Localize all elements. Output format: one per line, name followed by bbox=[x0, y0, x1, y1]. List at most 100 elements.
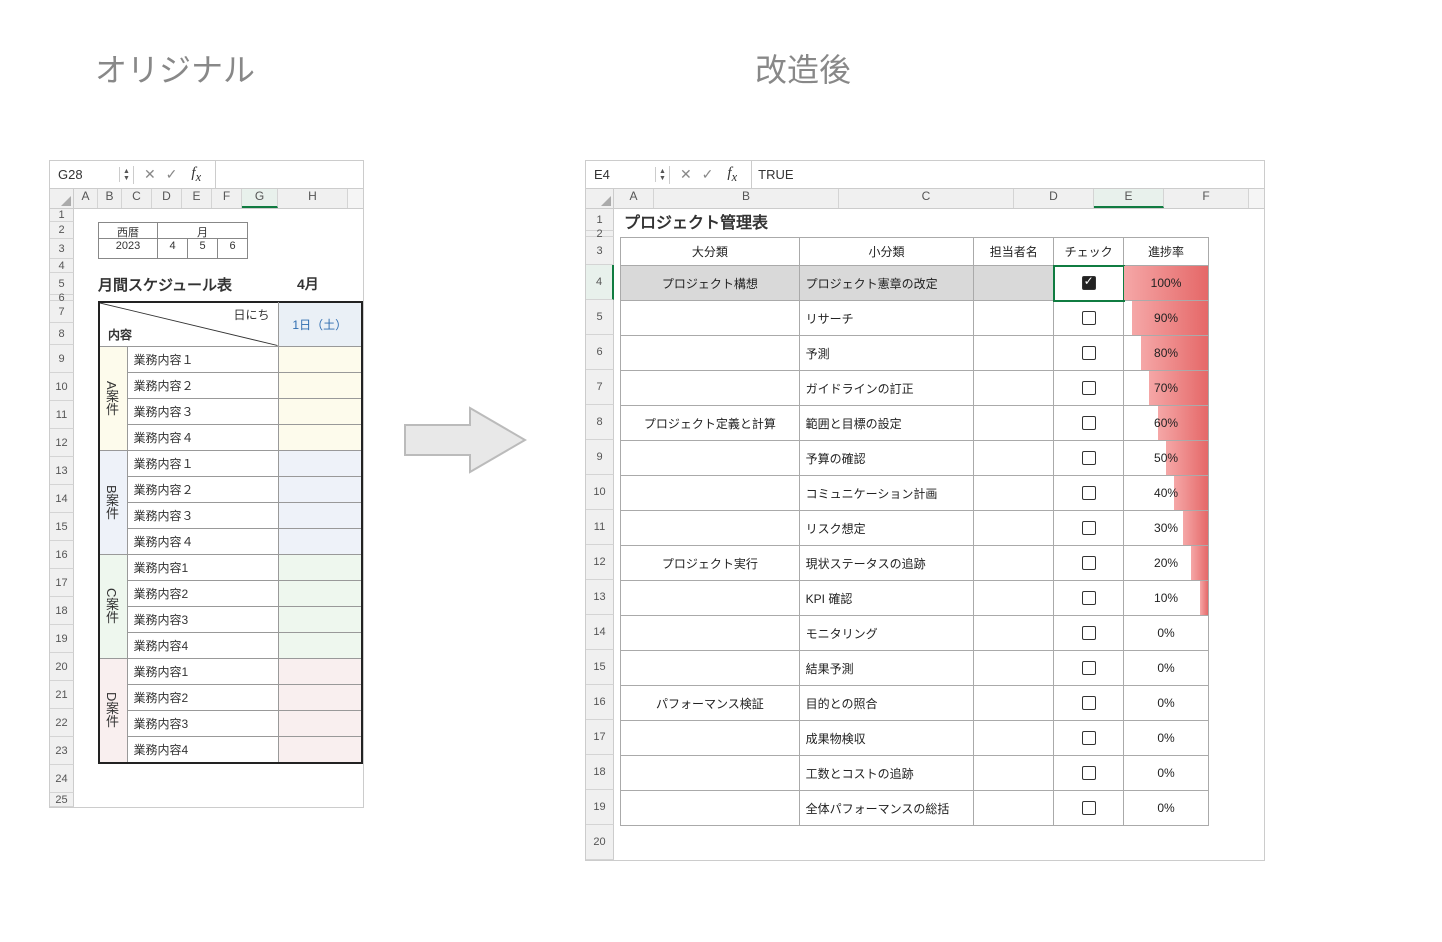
task-cell[interactable]: 業務内容3 bbox=[127, 710, 278, 736]
day-cell[interactable] bbox=[278, 450, 362, 476]
col-header-C[interactable]: C bbox=[122, 189, 152, 208]
owner-cell[interactable] bbox=[974, 441, 1054, 476]
row-header[interactable]: 7 bbox=[586, 370, 614, 405]
check-cell[interactable] bbox=[1054, 546, 1124, 581]
col-header-B[interactable]: B bbox=[654, 189, 839, 208]
check-cell[interactable] bbox=[1054, 686, 1124, 721]
task-cell[interactable]: 業務内容２ bbox=[127, 476, 278, 502]
day-cell[interactable] bbox=[278, 658, 362, 684]
check-cell[interactable] bbox=[1054, 791, 1124, 826]
col-header-G[interactable]: G bbox=[242, 189, 278, 208]
check-cell[interactable] bbox=[1054, 721, 1124, 756]
day-cell[interactable] bbox=[278, 736, 362, 763]
month-cell[interactable]: 5 bbox=[188, 239, 218, 259]
row-header[interactable]: 12 bbox=[50, 429, 74, 457]
progress-cell[interactable]: 0% bbox=[1124, 721, 1209, 756]
check-cell[interactable] bbox=[1054, 476, 1124, 511]
check-cell[interactable] bbox=[1054, 756, 1124, 791]
small-cell[interactable]: 成果物検収 bbox=[799, 721, 974, 756]
progress-cell[interactable]: 70% bbox=[1124, 371, 1209, 406]
row-header[interactable]: 16 bbox=[50, 541, 74, 569]
formula-bar[interactable] bbox=[215, 161, 363, 188]
checkbox-icon[interactable] bbox=[1082, 731, 1096, 745]
task-cell[interactable]: 業務内容４ bbox=[127, 424, 278, 450]
row-header[interactable]: 24 bbox=[50, 765, 74, 793]
owner-cell[interactable] bbox=[974, 756, 1054, 791]
checkbox-icon[interactable] bbox=[1082, 696, 1096, 710]
day-cell[interactable] bbox=[278, 476, 362, 502]
small-cell[interactable]: コミュニケーション計画 bbox=[799, 476, 974, 511]
owner-cell[interactable] bbox=[974, 791, 1054, 826]
big-cell[interactable] bbox=[621, 581, 800, 616]
month-cell[interactable]: 4 bbox=[158, 239, 188, 259]
day-cell[interactable] bbox=[278, 346, 362, 372]
small-cell[interactable]: 予算の確認 bbox=[799, 441, 974, 476]
check-cell[interactable] bbox=[1054, 406, 1124, 441]
col-header-B[interactable]: B bbox=[98, 189, 122, 208]
owner-cell[interactable] bbox=[974, 301, 1054, 336]
progress-cell[interactable]: 30% bbox=[1124, 511, 1209, 546]
row-header[interactable]: 16 bbox=[586, 685, 614, 720]
big-cell[interactable] bbox=[621, 336, 800, 371]
cancel-icon[interactable]: ✕ bbox=[680, 166, 692, 183]
row-header[interactable]: 7 bbox=[50, 301, 74, 323]
checkbox-icon[interactable] bbox=[1082, 381, 1096, 395]
day-cell[interactable] bbox=[278, 554, 362, 580]
big-cell[interactable] bbox=[621, 441, 800, 476]
check-cell[interactable] bbox=[1054, 651, 1124, 686]
col-header-A[interactable]: A bbox=[614, 189, 654, 208]
row-header[interactable]: 10 bbox=[586, 475, 614, 510]
owner-cell[interactable] bbox=[974, 266, 1054, 301]
col-header-E[interactable]: E bbox=[182, 189, 212, 208]
task-cell[interactable]: 業務内容４ bbox=[127, 528, 278, 554]
row-header[interactable]: 8 bbox=[50, 323, 74, 345]
col-header-H[interactable]: H bbox=[278, 189, 348, 208]
row-header[interactable]: 17 bbox=[586, 720, 614, 755]
row-header[interactable]: 18 bbox=[50, 597, 74, 625]
progress-cell[interactable]: 0% bbox=[1124, 686, 1209, 721]
task-cell[interactable]: 業務内容１ bbox=[127, 450, 278, 476]
owner-cell[interactable] bbox=[974, 651, 1054, 686]
name-box[interactable]: G28 bbox=[50, 167, 120, 182]
owner-cell[interactable] bbox=[974, 336, 1054, 371]
row-header[interactable]: 19 bbox=[586, 790, 614, 825]
cancel-icon[interactable]: ✕ bbox=[144, 166, 156, 183]
checkbox-icon[interactable] bbox=[1082, 556, 1096, 570]
month-cell[interactable]: 6 bbox=[218, 239, 248, 259]
col-header-D[interactable]: D bbox=[152, 189, 182, 208]
progress-cell[interactable]: 100% bbox=[1124, 266, 1209, 301]
year-cell[interactable]: 2023 bbox=[98, 239, 158, 259]
row-header[interactable]: 22 bbox=[50, 709, 74, 737]
fx-icon[interactable]: fx bbox=[187, 165, 205, 185]
progress-cell[interactable]: 80% bbox=[1124, 336, 1209, 371]
task-cell[interactable]: 業務内容3 bbox=[127, 606, 278, 632]
day-cell[interactable] bbox=[278, 372, 362, 398]
task-cell[interactable]: 業務内容３ bbox=[127, 502, 278, 528]
row-header[interactable]: 15 bbox=[50, 513, 74, 541]
task-cell[interactable]: 業務内容4 bbox=[127, 736, 278, 763]
row-header[interactable]: 11 bbox=[50, 401, 74, 429]
row-header[interactable]: 14 bbox=[586, 615, 614, 650]
col-header-C[interactable]: C bbox=[839, 189, 1014, 208]
progress-cell[interactable]: 0% bbox=[1124, 791, 1209, 826]
progress-cell[interactable]: 10% bbox=[1124, 581, 1209, 616]
day-cell[interactable] bbox=[278, 528, 362, 554]
small-cell[interactable]: ガイドラインの訂正 bbox=[799, 371, 974, 406]
small-cell[interactable]: 範囲と目標の設定 bbox=[799, 406, 974, 441]
col-header-F[interactable]: F bbox=[1164, 189, 1249, 208]
owner-cell[interactable] bbox=[974, 511, 1054, 546]
row-header[interactable]: 1 bbox=[50, 209, 74, 222]
task-cell[interactable]: 業務内容１ bbox=[127, 346, 278, 372]
progress-cell[interactable]: 0% bbox=[1124, 651, 1209, 686]
progress-cell[interactable]: 90% bbox=[1124, 301, 1209, 336]
row-header[interactable]: 9 bbox=[586, 440, 614, 475]
progress-cell[interactable]: 0% bbox=[1124, 616, 1209, 651]
check-cell[interactable] bbox=[1054, 616, 1124, 651]
day-cell[interactable] bbox=[278, 632, 362, 658]
big-cell[interactable] bbox=[621, 721, 800, 756]
small-cell[interactable]: リサーチ bbox=[799, 301, 974, 336]
checkbox-icon[interactable] bbox=[1082, 801, 1096, 815]
task-cell[interactable]: 業務内容２ bbox=[127, 372, 278, 398]
checkbox-icon[interactable] bbox=[1082, 766, 1096, 780]
check-cell[interactable] bbox=[1054, 336, 1124, 371]
